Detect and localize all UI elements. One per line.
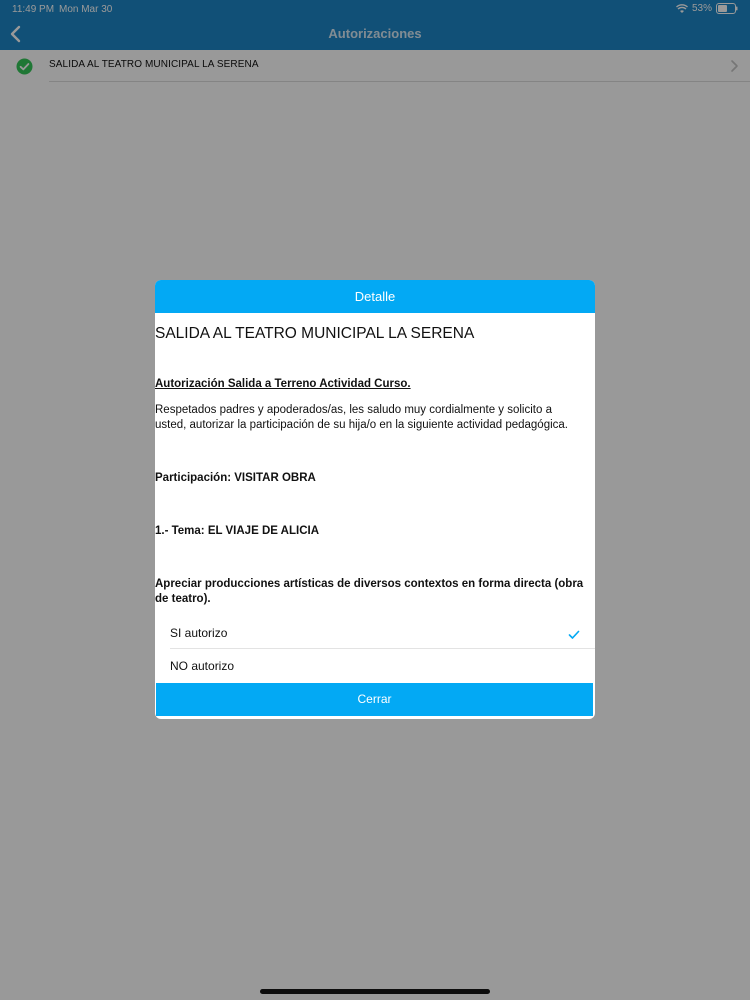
authorization-subheading: Autorización Salida a Terreno Actividad … <box>155 378 411 390</box>
checkmark-icon <box>568 627 580 639</box>
option-si-autorizo[interactable]: SI autorizo <box>155 616 595 648</box>
option-label: SI autorizo <box>170 626 228 640</box>
home-indicator[interactable] <box>260 989 490 994</box>
participation-text: Participación: VISITAR OBRA <box>155 472 316 484</box>
dialog-title: SALIDA AL TEATRO MUNICIPAL LA SERENA <box>155 325 475 342</box>
close-button[interactable]: Cerrar <box>156 683 593 716</box>
dialog-header: Detalle <box>155 280 595 313</box>
option-label: NO autorizo <box>170 659 235 673</box>
authorization-paragraph: Respetados padres y apoderados/as, les s… <box>155 404 568 431</box>
objective-text: Apreciar producciones artísticas de dive… <box>155 578 584 605</box>
option-no-autorizo[interactable]: NO autorizo <box>155 649 595 681</box>
topic-text: 1.- Tema: EL VIAJE DE ALICIA <box>155 525 320 537</box>
detail-dialog: Detalle SALIDA AL TEATRO MUNICIPAL LA SE… <box>155 280 595 719</box>
